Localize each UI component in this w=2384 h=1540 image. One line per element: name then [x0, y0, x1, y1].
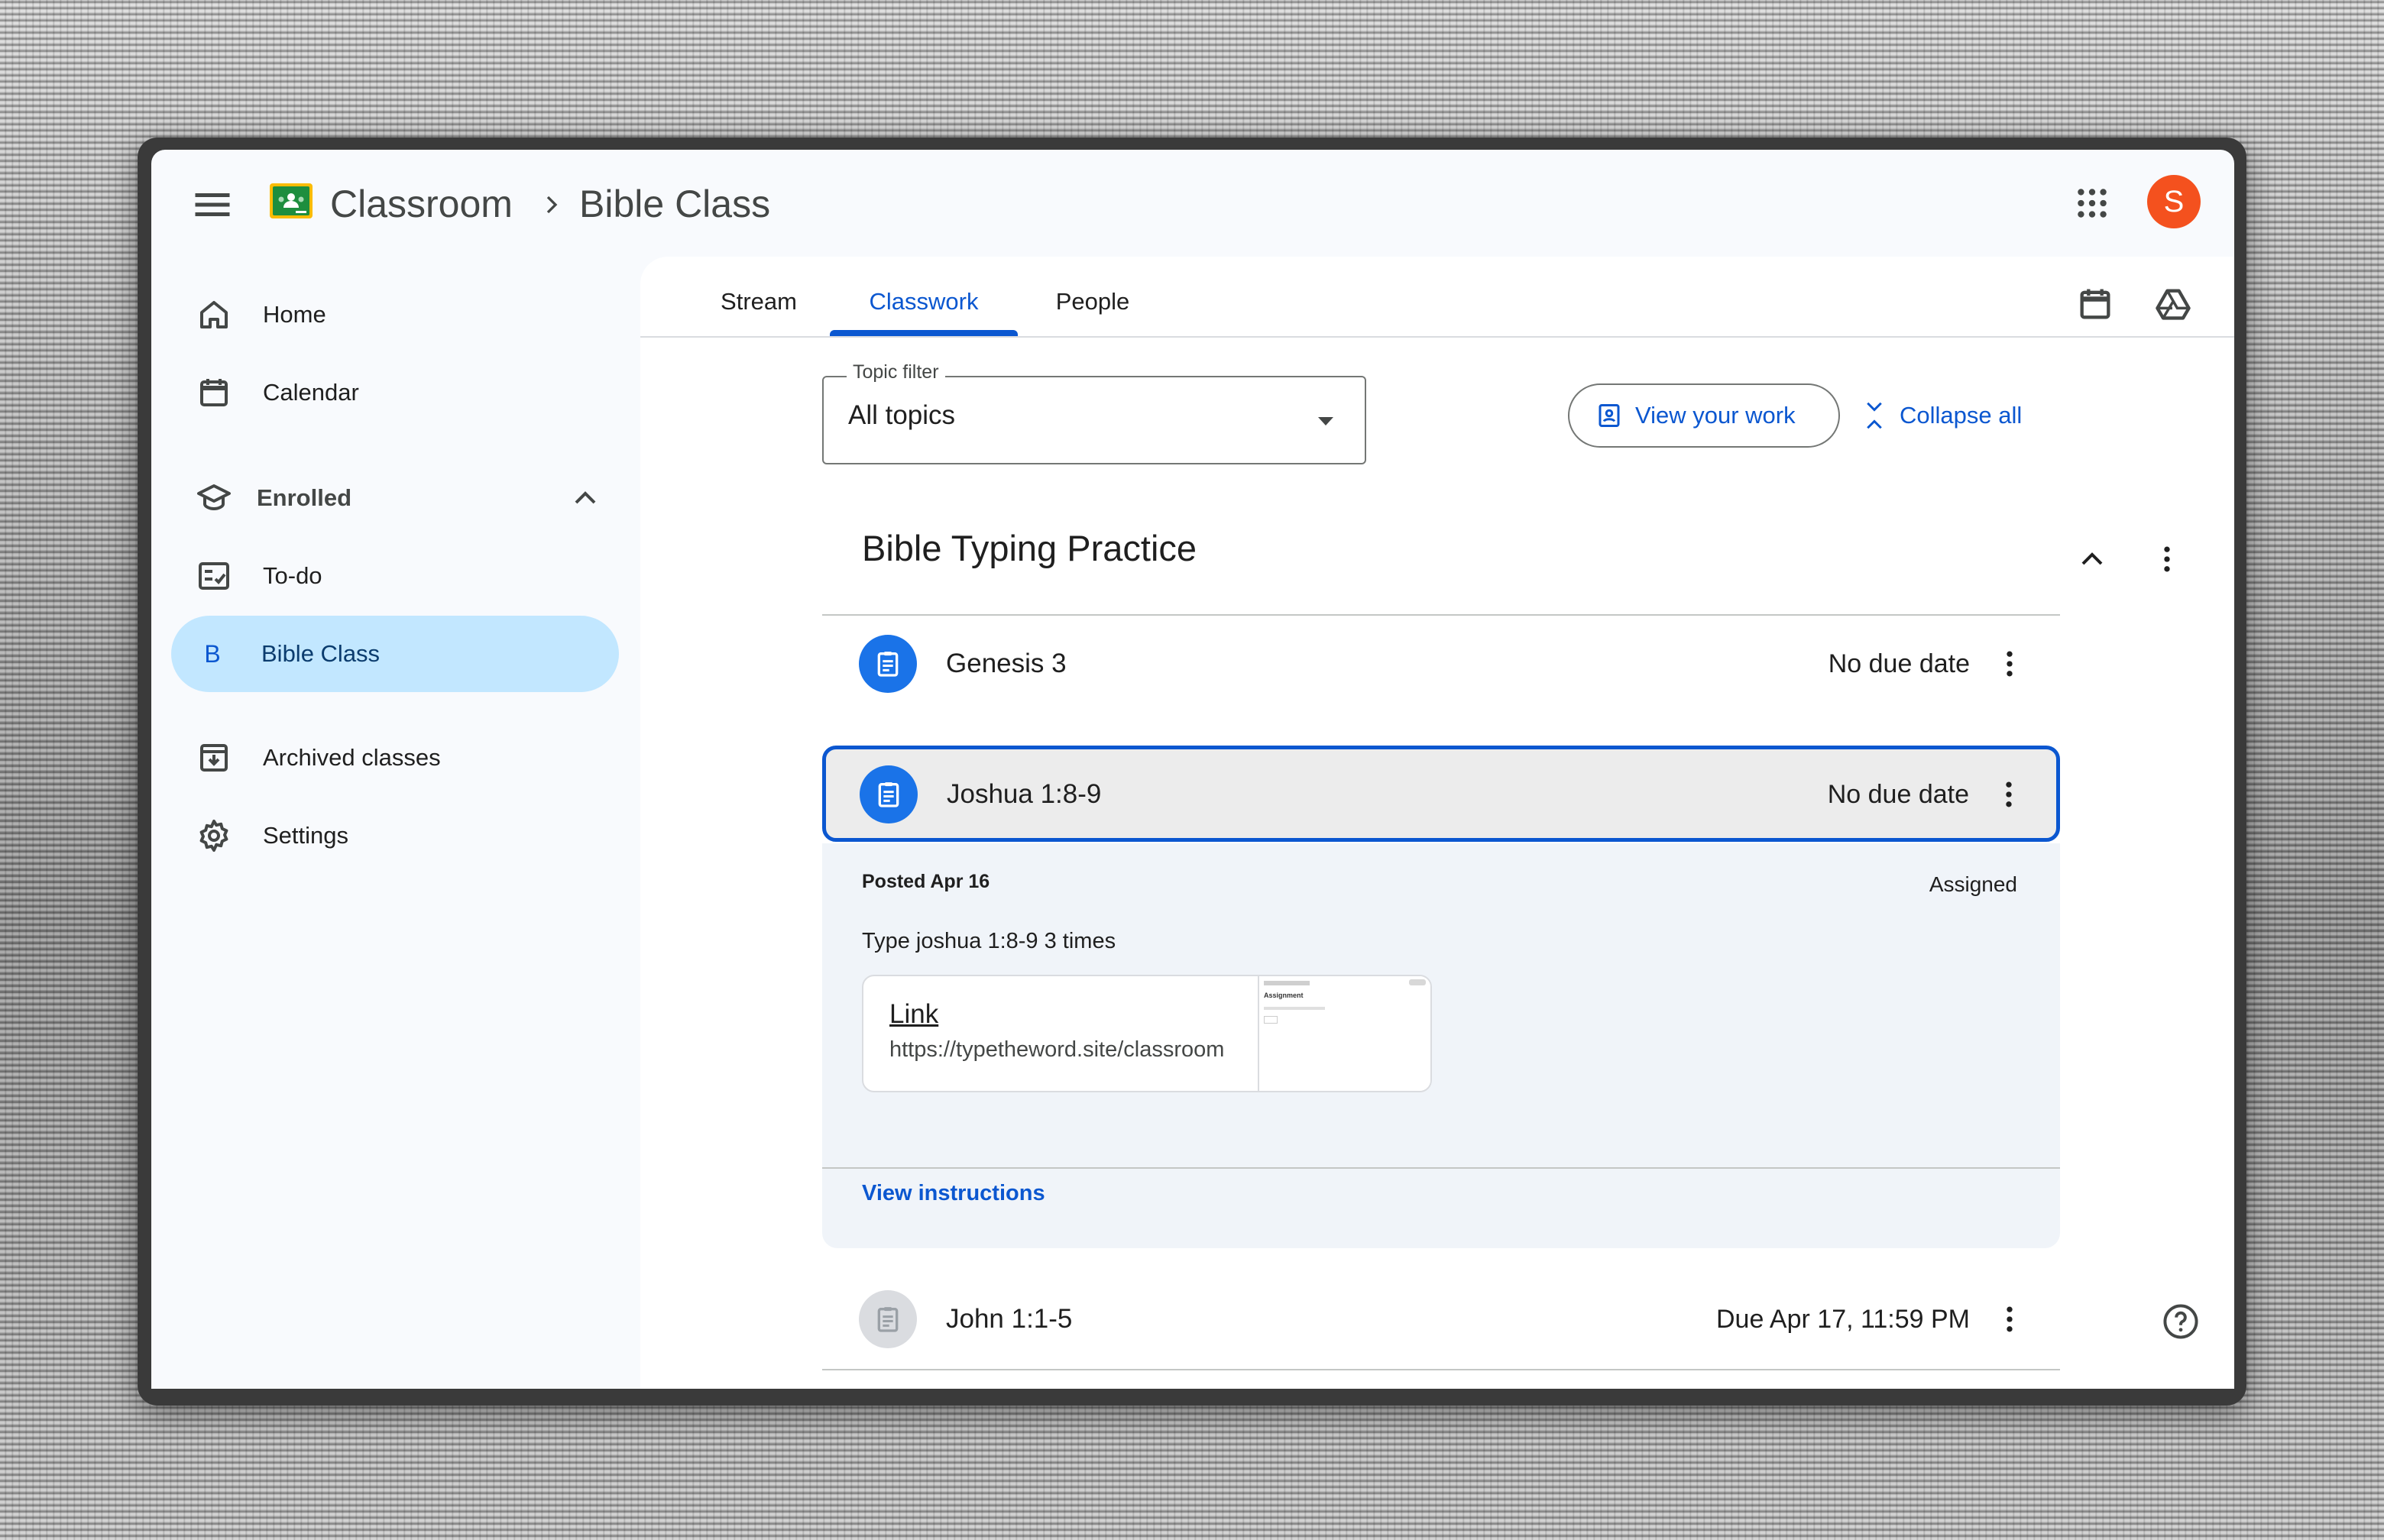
- classroom-logo-icon: [270, 183, 313, 218]
- sidebar-item-label: Settings: [263, 822, 349, 849]
- assignment-row[interactable]: John 1:1-5 Due Apr 17, 11:59 PM: [822, 1271, 2060, 1367]
- sidebar-section-enrolled[interactable]: Enrolled: [173, 460, 620, 536]
- assignment-title: Genesis 3: [946, 649, 1067, 678]
- row-divider: [822, 1369, 2060, 1370]
- link-attachment[interactable]: Link https://typetheword.site/classroom …: [862, 975, 1432, 1092]
- assignment-ind-icon: [1595, 402, 1623, 429]
- assignment-icon: [860, 765, 918, 823]
- posted-date: Posted Apr 16: [862, 871, 990, 892]
- tab-people[interactable]: People: [1039, 269, 1146, 335]
- topic-filter-value: All topics: [848, 400, 956, 430]
- view-your-work-label: View your work: [1635, 402, 1796, 429]
- calendar-icon: [196, 374, 232, 411]
- view-your-work-button[interactable]: View your work: [1568, 383, 1840, 448]
- detail-divider: [822, 1167, 2060, 1169]
- assignment-row[interactable]: Genesis 3 No due date: [822, 616, 2060, 712]
- calendar-icon[interactable]: [2075, 284, 2115, 324]
- unfold-less-icon: [1863, 400, 1886, 431]
- sidebar-item-label: Home: [263, 301, 326, 328]
- google-apps-icon[interactable]: [2073, 184, 2111, 222]
- more-vert-icon[interactable]: [1993, 1302, 2026, 1336]
- classroom-window: Classroom Bible Class S Home Calendar En…: [151, 150, 2234, 1389]
- attachment-thumbnail: Assignment: [1258, 976, 1430, 1091]
- dropdown-arrow-icon: [1314, 412, 1337, 429]
- home-icon: [196, 296, 232, 333]
- collapse-all-button[interactable]: Collapse all: [1863, 383, 2022, 448]
- assignment-icon: [859, 1290, 917, 1348]
- thumbnail-heading: Assignment: [1264, 992, 1304, 999]
- sidebar-section-label: Enrolled: [257, 484, 352, 511]
- tabs-divider: [640, 336, 2234, 338]
- view-instructions-link[interactable]: View instructions: [862, 1181, 1045, 1206]
- sidebar-item-label: To-do: [263, 562, 322, 589]
- sidebar-item-label: Archived classes: [263, 744, 441, 771]
- topic-filter-label: Topic filter: [847, 361, 945, 383]
- gear-icon: [196, 817, 232, 854]
- topic-title: Bible Typing Practice: [862, 528, 1197, 568]
- main-menu-icon[interactable]: [189, 182, 235, 228]
- breadcrumb-class-name[interactable]: Bible Class: [579, 177, 770, 231]
- sidebar-item-todo[interactable]: To-do: [173, 538, 620, 614]
- app-title[interactable]: Classroom: [330, 177, 513, 231]
- more-vert-icon[interactable]: [1992, 778, 2026, 811]
- more-vert-icon[interactable]: [1993, 647, 2026, 681]
- google-drive-icon[interactable]: [2153, 284, 2193, 324]
- assignment-due: No due date: [1828, 649, 1970, 678]
- tab-classwork[interactable]: Classwork: [830, 269, 1018, 335]
- collapse-all-label: Collapse all: [1900, 402, 2023, 429]
- sidebar-item-settings[interactable]: Settings: [173, 798, 620, 874]
- archive-icon: [196, 739, 232, 776]
- help-icon[interactable]: [2161, 1302, 2201, 1341]
- assignment-due: Due Apr 17, 11:59 PM: [1715, 1305, 1970, 1334]
- assignment-due: No due date: [1827, 780, 1969, 809]
- tab-stream[interactable]: Stream: [701, 269, 816, 335]
- chevron-up-icon[interactable]: [567, 480, 604, 516]
- attachment-title: Link: [889, 999, 939, 1029]
- assignment-details: Posted Apr 16 Assigned Type joshua 1:8-9…: [822, 843, 2060, 1248]
- attachment-url: https://typetheword.site/classroom: [889, 1037, 1225, 1062]
- sidebar-item-label: Calendar: [263, 379, 359, 406]
- main-content: Stream Classwork People Topic filter All…: [640, 257, 2234, 1389]
- account-avatar[interactable]: S: [2147, 175, 2201, 228]
- assignment-title: John 1:1-5: [946, 1304, 1073, 1334]
- sidebar-item-bible-class[interactable]: B Bible Class: [171, 616, 619, 692]
- sidebar-item-label: Bible Class: [261, 640, 381, 667]
- class-badge: B: [194, 636, 231, 672]
- assignment-row-selected[interactable]: Joshua 1:8-9 No due date: [822, 746, 2060, 842]
- sidebar-item-home[interactable]: Home: [173, 277, 620, 353]
- more-vert-icon[interactable]: [2150, 542, 2184, 576]
- assignment-title: Joshua 1:8-9: [947, 779, 1102, 809]
- sidebar-item-calendar[interactable]: Calendar: [173, 354, 620, 431]
- active-tab-indicator: [830, 330, 1018, 336]
- sidebar-item-archived[interactable]: Archived classes: [173, 720, 620, 796]
- top-app-bar: Classroom Bible Class S: [151, 150, 2234, 257]
- assignment-icon: [859, 635, 917, 693]
- chevron-up-icon[interactable]: [2074, 541, 2110, 578]
- chevron-right-icon: [536, 189, 567, 220]
- todo-icon: [196, 558, 232, 594]
- status-badge: Assigned: [1929, 872, 2017, 896]
- enrolled-icon: [196, 480, 232, 516]
- assignment-instructions: Type joshua 1:8-9 3 times: [862, 929, 1116, 953]
